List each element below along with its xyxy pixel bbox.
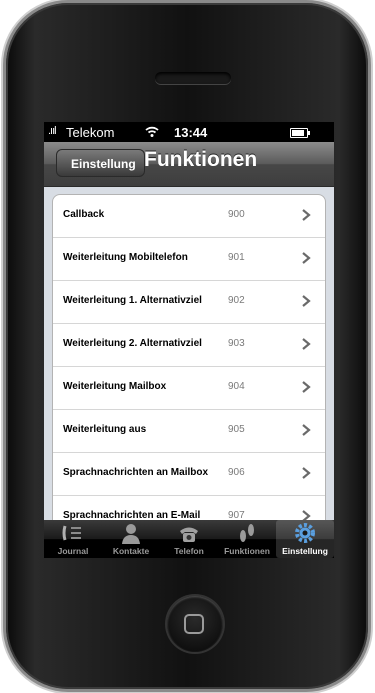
list-item-code: 905 [228, 424, 245, 435]
list-item[interactable]: Callback 900 [53, 195, 325, 238]
chevron-right-icon [302, 424, 311, 436]
list-item-code: 906 [228, 467, 245, 478]
journal-icon [62, 525, 81, 541]
tab-label: Kontakte [112, 546, 150, 556]
list-item-code: 903 [228, 338, 245, 349]
list-item[interactable]: Weiterleitung 2. Alternativziel 903 [53, 324, 325, 367]
footprints-icon [240, 524, 254, 542]
tab-bar: Journal Kontakte Telefon Funktionen Einstell… [44, 520, 334, 558]
list-item[interactable]: Weiterleitung aus 905 [53, 410, 325, 453]
tab-telefon[interactable]: Telefon [160, 520, 218, 558]
list-item-code: 900 [228, 209, 245, 220]
back-button[interactable]: Einstellung [56, 149, 145, 177]
tab-label: Journal [57, 546, 89, 556]
tab-label: Funktionen [224, 546, 270, 556]
chevron-right-icon [302, 467, 311, 479]
signal-icon: .ııl [48, 125, 57, 137]
chevron-right-icon [302, 381, 311, 393]
battery-level [292, 130, 304, 136]
chevron-right-icon [302, 209, 311, 221]
chevron-right-icon [302, 252, 311, 264]
phone-icon [180, 527, 198, 542]
back-button-label: Einstellung [71, 157, 136, 171]
chevron-right-icon [302, 338, 311, 350]
tab-journal[interactable]: Journal [44, 520, 102, 558]
list-item[interactable]: Sprachnachrichten an Mailbox 906 [53, 453, 325, 496]
screen: .ııl Telekom 13:44 Einstellung Funktione… [44, 122, 334, 558]
battery-icon [290, 128, 310, 138]
list-item-label: Weiterleitung aus [63, 424, 147, 435]
earpiece-speaker [155, 72, 231, 84]
chevron-right-icon [302, 295, 311, 307]
list-item-code: 902 [228, 295, 245, 306]
list-item-label: Weiterleitung Mailbox [63, 381, 167, 392]
list-item[interactable]: Weiterleitung 1. Alternativziel 902 [53, 281, 325, 324]
tab-label: Telefon [174, 546, 204, 556]
list-item-label: Sprachnachrichten an Mailbox [63, 467, 209, 478]
page-title: Funktionen [144, 148, 258, 171]
status-time: 13:44 [174, 125, 208, 140]
list-item[interactable]: Weiterleitung Mailbox 904 [53, 367, 325, 410]
list-item-code: 904 [228, 381, 245, 392]
tab-label: Einstellung [282, 546, 328, 556]
list-item-label: Weiterleitung 1. Alternativziel [63, 295, 202, 306]
gear-icon [295, 523, 315, 543]
list-item-code: 901 [228, 252, 245, 263]
function-list: Callback 900 Weiterleitung Mobiltelefon 901… [52, 194, 326, 539]
status-bar: .ııl Telekom 13:44 [44, 122, 334, 142]
home-square-icon [184, 614, 204, 634]
carrier-name: Telekom [66, 125, 115, 140]
list-item-label: Weiterleitung 2. Alternativziel [63, 338, 202, 349]
list-item-label: Callback [63, 209, 105, 220]
wifi-icon [145, 126, 159, 137]
list-item[interactable]: Weiterleitung Mobiltelefon 901 [53, 238, 325, 281]
contacts-icon [122, 524, 140, 544]
navigation-bar: Einstellung Funktionen [44, 142, 334, 187]
tab-kontakte[interactable]: Kontakte [102, 520, 160, 558]
tab-einstellung[interactable]: Einstellung [276, 520, 334, 558]
list-item-label: Weiterleitung Mobiltelefon [63, 252, 188, 263]
tab-funktionen[interactable]: Funktionen [218, 520, 276, 558]
